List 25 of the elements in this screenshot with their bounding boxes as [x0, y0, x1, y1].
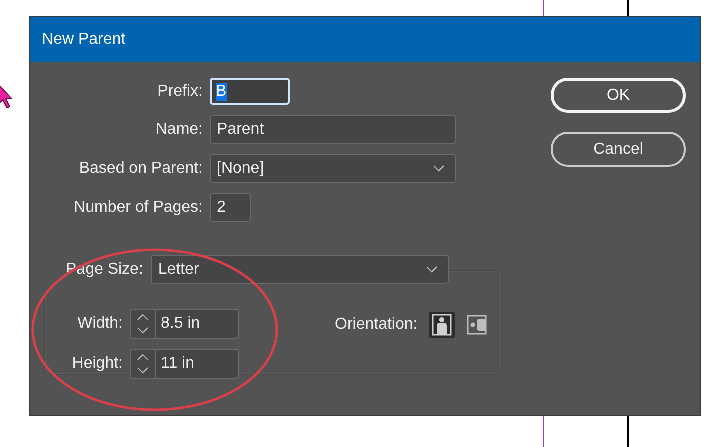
field-label: Name:	[154, 120, 203, 138]
up-down-arrows-icon	[136, 312, 150, 336]
field-label: Orientation:	[335, 316, 418, 334]
input-field[interactable]: B	[210, 78, 290, 105]
dropdown[interactable]: Letter	[151, 255, 450, 284]
stepper-button[interactable]	[130, 349, 156, 379]
window-title: New Parent	[30, 17, 700, 62]
input-field[interactable]: 8.5 in	[156, 309, 239, 339]
field-label: Width:	[76, 315, 124, 333]
up-down-arrows-icon	[136, 352, 150, 376]
field-label: Number of Pages:	[73, 198, 203, 216]
cursor-icon	[0, 86, 13, 108]
field-label: Height:	[71, 355, 124, 373]
stepper-button[interactable]	[130, 309, 156, 339]
chevron-icon	[426, 266, 438, 274]
field-label: Based on Parent:	[78, 160, 203, 178]
dropdown[interactable]: [None]	[210, 154, 456, 183]
input-field[interactable]: 11 in	[156, 349, 239, 379]
field-label: Prefix:	[156, 82, 203, 100]
dialog-button[interactable]: OK	[551, 78, 686, 113]
dialog-button[interactable]: Cancel	[551, 132, 686, 167]
portrait-button[interactable]	[428, 312, 455, 338]
input-field[interactable]: Parent	[210, 115, 456, 144]
input-field[interactable]: 2	[210, 193, 251, 222]
chevron-icon	[433, 164, 445, 172]
